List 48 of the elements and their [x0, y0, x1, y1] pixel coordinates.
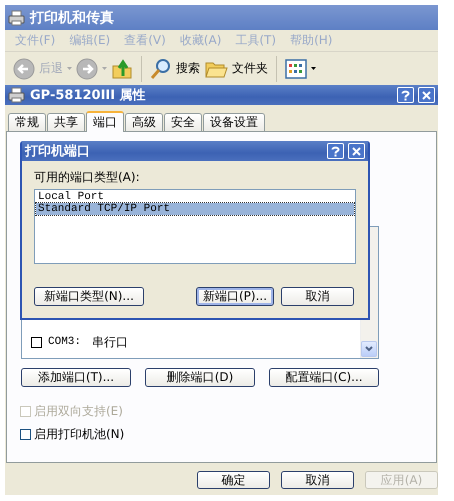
port-type-item[interactable]: Standard TCP/IP Port	[36, 203, 354, 215]
help-button[interactable]	[327, 143, 344, 159]
dropdown-caret-icon	[67, 67, 72, 70]
close-button[interactable]	[348, 143, 365, 159]
toolbar-button[interactable]: 搜索	[150, 58, 200, 80]
tab[interactable]: 设备设置	[203, 113, 265, 131]
toolbar-button[interactable]	[285, 58, 316, 78]
window-title: 打印机和传真	[30, 8, 115, 26]
port-description: 串行口	[92, 334, 128, 350]
port-button[interactable]: 删除端口(D)	[145, 368, 255, 387]
dialog-button[interactable]: 新端口(P)...	[196, 287, 274, 306]
question-mark-icon	[401, 90, 410, 100]
dialog-button[interactable]: 取消	[281, 287, 354, 306]
checkbox[interactable]	[31, 336, 42, 348]
chevron-down-icon	[365, 346, 373, 352]
close-button[interactable]	[418, 87, 435, 103]
toolbar-button[interactable]: 文件夹	[204, 58, 268, 80]
dropdown-caret-icon	[311, 67, 316, 70]
checkbox[interactable]	[20, 429, 31, 440]
checkbox-label[interactable]: 启用打印机池(N)	[20, 426, 422, 443]
port-type-item[interactable]: Local Port	[36, 191, 354, 203]
view-grid-icon	[285, 58, 307, 78]
scroll-down-button[interactable]	[361, 341, 377, 357]
properties-title: GP-58120III 属性	[30, 87, 147, 104]
search-icon	[150, 58, 172, 80]
port-type-list[interactable]: Local Port Standard TCP/IP Port	[34, 189, 356, 264]
help-button[interactable]	[397, 87, 414, 103]
printer-icon	[8, 10, 26, 26]
dialog-button[interactable]: 取消	[281, 471, 354, 489]
close-icon	[352, 146, 361, 156]
folder-up-icon	[111, 58, 133, 80]
tab[interactable]: 高级	[125, 113, 163, 131]
tab[interactable]: 共享	[47, 113, 85, 131]
port-button[interactable]: 添加端口(T)...	[21, 368, 131, 387]
toolbar-button[interactable]	[111, 58, 133, 80]
tab[interactable]: 安全	[164, 113, 202, 131]
port-button[interactable]: 配置端口(C)...	[269, 368, 379, 387]
printer-icon	[8, 87, 26, 103]
close-icon	[422, 90, 431, 100]
tab[interactable]: 端口	[86, 111, 124, 132]
dialog-title: 打印机端口	[25, 143, 91, 160]
list-label: 可用的端口类型(A):	[34, 169, 141, 186]
tab[interactable]: 常规	[8, 113, 46, 131]
port-name: COM3:	[48, 336, 82, 348]
dialog-button[interactable]: 确定	[197, 471, 270, 489]
dropdown-caret-icon	[102, 67, 107, 70]
dialog-button[interactable]: 新端口类型(N)...	[34, 287, 144, 306]
question-mark-icon	[331, 146, 340, 156]
